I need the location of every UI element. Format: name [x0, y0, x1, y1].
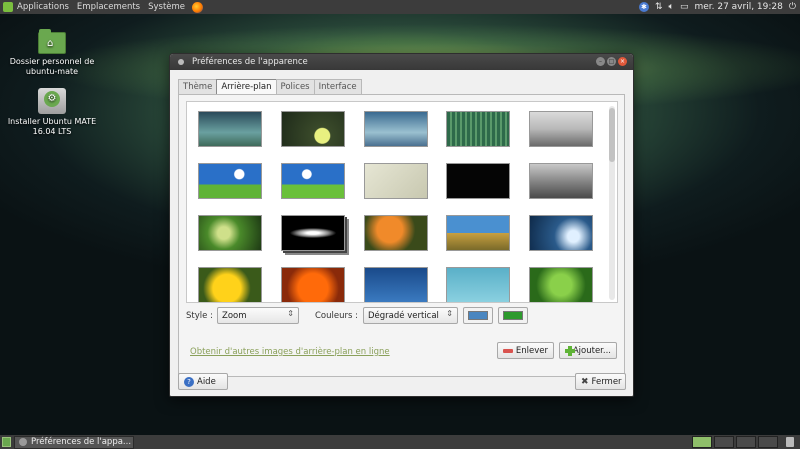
workspace-3[interactable]: [736, 436, 756, 448]
wallpaper-green-sunset[interactable]: [281, 111, 345, 147]
wallpaper-green-leaves[interactable]: [198, 215, 262, 251]
desktop-icon-home[interactable]: ⌂ Dossier personnel de ubuntu-mate: [6, 29, 98, 77]
window-title: Préférences de l'apparence: [192, 57, 308, 67]
battery-icon[interactable]: ▭: [680, 2, 689, 12]
window-menu-icon[interactable]: [178, 59, 184, 65]
wallpaper-green-leaf[interactable]: [529, 267, 593, 302]
volume-icon[interactable]: 🔈︎: [669, 2, 674, 12]
style-select-value: Zoom: [222, 311, 247, 321]
workspace-1[interactable]: [692, 436, 712, 448]
menu-systeme[interactable]: Système: [144, 2, 189, 12]
more-wallpapers-link[interactable]: Obtenir d'autres images d'arrière-plan e…: [190, 347, 390, 357]
wallpaper-beach-grey[interactable]: [529, 111, 593, 147]
desktop-icon-installer-label: Installer Ubuntu MATE 16.04 LTS: [7, 117, 97, 136]
colors-select[interactable]: Dégradé vertical ⇕: [363, 307, 458, 324]
tab-interface[interactable]: Interface: [313, 79, 362, 94]
wallpaper-light-texture[interactable]: [364, 163, 428, 199]
updown-arrow-icon: ⇕: [287, 309, 294, 318]
wallpaper-town-square[interactable]: [529, 163, 593, 199]
scrollbar-thumb[interactable]: [609, 108, 615, 162]
wallpaper-grass-sky[interactable]: [446, 215, 510, 251]
taskbar-item-label: Préférences de l'appa...: [31, 437, 132, 447]
trash-icon[interactable]: [786, 437, 794, 447]
close-button[interactable]: ✖ Fermer: [575, 373, 626, 390]
appearance-app-icon: [19, 438, 27, 446]
wallpaper-green-stripes[interactable]: [446, 111, 510, 147]
style-select[interactable]: Zoom ⇕: [217, 307, 299, 324]
bottom-panel: Préférences de l'appa...: [0, 435, 800, 449]
tab-theme[interactable]: Thème: [178, 79, 218, 94]
add-button[interactable]: Ajouter...: [559, 342, 617, 359]
wallpaper-blue-haze[interactable]: [364, 111, 428, 147]
clock[interactable]: mer. 27 avril, 19:28: [694, 2, 782, 12]
close-button-label: Fermer: [591, 376, 622, 387]
tab-fonts[interactable]: Polices: [275, 79, 315, 94]
colors-select-value: Dégradé vertical: [368, 311, 439, 321]
secondary-color-swatch: [503, 311, 523, 320]
primary-color-button[interactable]: [463, 307, 493, 324]
wallpaper-teal-sky[interactable]: [198, 111, 262, 147]
style-label: Style :: [186, 311, 213, 321]
close-window-button[interactable]: ×: [618, 57, 627, 66]
workspace-4[interactable]: [758, 436, 778, 448]
colors-label: Couleurs :: [315, 311, 358, 321]
primary-color-swatch: [468, 311, 488, 320]
wallpaper-grid[interactable]: [186, 101, 618, 303]
home-folder-icon: ⌂: [38, 29, 66, 54]
accessibility-icon[interactable]: ✱: [638, 2, 649, 12]
remove-icon: [503, 348, 513, 353]
minimize-button[interactable]: –: [596, 57, 605, 66]
menu-applications[interactable]: Applications: [13, 2, 73, 12]
tab-background[interactable]: Arrière-plan: [216, 79, 277, 94]
network-icon[interactable]: ⇅: [655, 2, 663, 12]
secondary-color-button[interactable]: [498, 307, 528, 324]
wallpaper-scrollbar[interactable]: [609, 106, 615, 300]
power-icon[interactable]: ⏻: [789, 2, 796, 12]
wallpaper-galaxy[interactable]: [281, 215, 345, 251]
remove-button-label: Enlever: [515, 345, 548, 356]
installer-icon: ⚙: [38, 88, 66, 114]
wallpaper-orange-flower[interactable]: [364, 215, 428, 251]
wallpaper-blue-water[interactable]: [364, 267, 428, 302]
remove-button[interactable]: Enlever: [497, 342, 554, 359]
taskbar-item-appearance[interactable]: Préférences de l'appa...: [14, 435, 134, 449]
wallpaper-orange-petals[interactable]: [281, 267, 345, 302]
updown-arrow-icon: ⇕: [446, 309, 453, 318]
help-icon: ?: [184, 376, 194, 387]
window-titlebar[interactable]: Préférences de l'apparence – □ ×: [170, 54, 633, 70]
firefox-icon[interactable]: [192, 1, 204, 13]
appearance-preferences-window: Préférences de l'apparence – □ × Thème A…: [169, 53, 634, 397]
wallpaper-yellow-flower[interactable]: [198, 267, 262, 302]
wallpaper-black[interactable]: [446, 163, 510, 199]
show-desktop-icon[interactable]: [2, 437, 11, 447]
help-button[interactable]: ? Aide: [178, 373, 228, 390]
add-button-label: Ajouter...: [572, 345, 611, 356]
wallpaper-water-drop[interactable]: [529, 215, 593, 251]
system-tray: ✱ ⇅ 🔈︎ ▭ mer. 27 avril, 19:28 ⏻: [638, 0, 796, 14]
background-panel: Style : Zoom ⇕ Couleurs : Dégradé vertic…: [178, 94, 625, 377]
tab-bar: Thème Arrière-plan Polices Interface: [178, 79, 362, 94]
desktop-icon-installer[interactable]: ⚙ Installer Ubuntu MATE 16.04 LTS: [6, 88, 98, 137]
close-icon: ✖: [581, 376, 589, 387]
workspace-2[interactable]: [714, 436, 734, 448]
desktop-icon-home-label: Dossier personnel de ubuntu-mate: [9, 57, 95, 76]
maximize-button[interactable]: □: [607, 57, 616, 66]
menu-emplacements[interactable]: Emplacements: [73, 2, 144, 12]
top-panel: Applications Emplacements Système ✱ ⇅ 🔈︎…: [0, 0, 800, 14]
add-icon: [565, 345, 575, 356]
wallpaper-blue-sky-field[interactable]: [198, 163, 262, 199]
mate-logo-icon[interactable]: [3, 2, 13, 12]
help-button-label: Aide: [197, 376, 216, 387]
wallpaper-sky-field-2[interactable]: [281, 163, 345, 199]
wallpaper-aqua[interactable]: [446, 267, 510, 302]
